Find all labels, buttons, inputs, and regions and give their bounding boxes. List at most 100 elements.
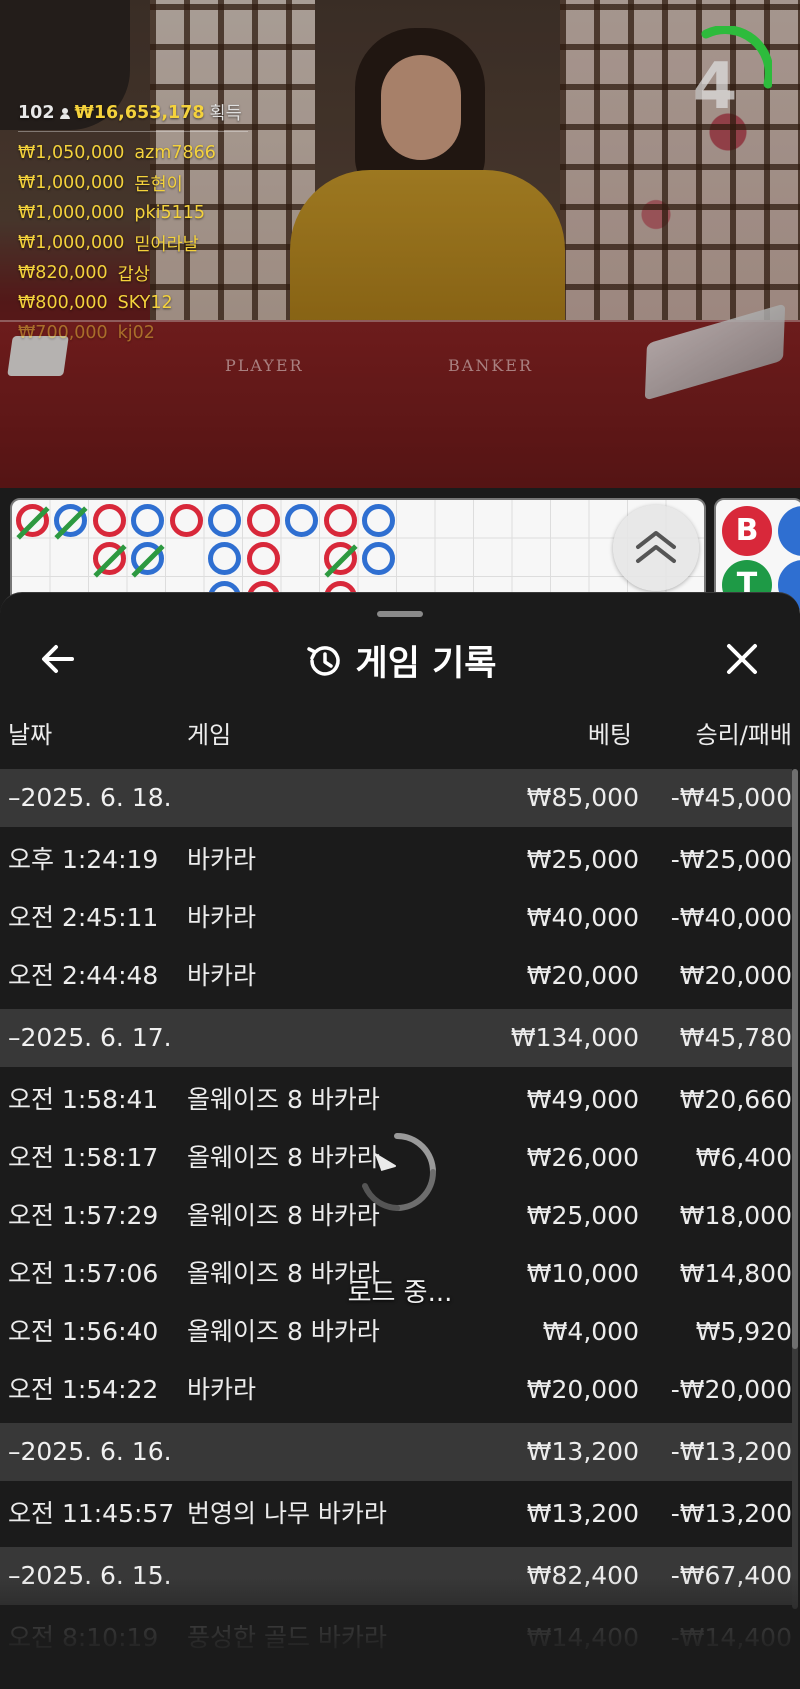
date-group-row[interactable]: –2025. 6. 18. ₩85,000 -₩45,000 xyxy=(0,769,792,827)
cell-game: 바카라 xyxy=(187,1375,257,1404)
cell-date: 오전 1:54:22 xyxy=(8,1375,159,1404)
cell-win-loss: ₩20,000 xyxy=(679,961,792,990)
cell-game: 번영의 나무 바카라 xyxy=(187,1499,387,1528)
bottom-fade xyxy=(0,1578,800,1689)
cell-date: –2025. 6. 17. xyxy=(8,1023,172,1052)
cell-bet: ₩25,000 xyxy=(526,845,639,874)
date-group-row[interactable]: –2025. 6. 17. ₩134,000 ₩45,780 xyxy=(0,1009,792,1067)
countdown-timer: 4 xyxy=(692,50,738,124)
history-row[interactable]: 오전 1:54:22 바카라 ₩20,000 -₩20,000 xyxy=(0,1361,792,1419)
cell-date: 오전 1:57:06 xyxy=(8,1259,159,1288)
winners-list: 102 ₩16,653,178 획득 ₩1,050,000 azm7866 ₩1,… xyxy=(18,100,248,348)
cell-win-loss: -₩40,000 xyxy=(670,903,792,932)
cell-date: 오전 1:58:41 xyxy=(8,1085,159,1114)
cell-game: 올웨이즈 8 바카라 xyxy=(187,1317,380,1346)
winner-row: ₩1,000,000 믿어라날 xyxy=(18,228,248,258)
cell-bet: ₩134,000 xyxy=(510,1023,639,1052)
cell-bet: ₩13,200 xyxy=(526,1437,639,1466)
cell-win-loss: -₩25,000 xyxy=(670,845,792,874)
sheet-drag-handle[interactable] xyxy=(377,611,423,617)
history-row[interactable]: 오후 1:24:19 바카라 ₩25,000 -₩25,000 xyxy=(0,831,792,889)
history-scrollbar[interactable] xyxy=(792,769,798,1609)
winner-name: 갑상 xyxy=(117,264,150,285)
road-mark-banker xyxy=(170,504,203,537)
history-clock-icon xyxy=(306,645,340,676)
cell-game: 올웨이즈 8 바카라 xyxy=(187,1143,380,1172)
cell-win-loss: ₩5,920 xyxy=(695,1317,792,1346)
winner-row: ₩1,000,000 pki5115 xyxy=(18,198,248,228)
loading-spinner-icon xyxy=(362,1133,436,1211)
winners-header: 102 ₩16,653,178 획득 xyxy=(18,100,248,132)
winner-row: ₩1,000,000 돈현이 xyxy=(18,168,248,198)
cell-bet: ₩26,000 xyxy=(526,1143,639,1172)
winner-amount: ₩1,000,000 xyxy=(18,203,125,223)
cell-game: 올웨이즈 8 바카라 xyxy=(187,1085,380,1114)
history-row[interactable]: 오전 2:45:11 바카라 ₩40,000 -₩40,000 xyxy=(0,889,792,947)
road-mark-player xyxy=(131,504,164,537)
cell-game: 바카라 xyxy=(187,961,257,990)
cell-win-loss: -₩13,200 xyxy=(670,1499,792,1528)
winner-amount: ₩1,000,000 xyxy=(18,173,125,193)
expand-roadmap-button[interactable] xyxy=(613,505,699,591)
winner-name: pki5115 xyxy=(134,203,206,223)
road-mark-player xyxy=(53,504,88,540)
winner-amount: ₩820,000 xyxy=(18,263,108,283)
cell-date: 오전 1:57:29 xyxy=(8,1201,159,1230)
cell-bet: ₩20,000 xyxy=(526,961,639,990)
cell-game: 바카라 xyxy=(187,903,257,932)
sheet-title: 게임 기록 xyxy=(355,644,497,684)
cell-date: 오전 2:44:48 xyxy=(8,961,159,990)
road-mark-player xyxy=(208,504,241,537)
cell-win-loss: ₩18,000 xyxy=(679,1201,792,1230)
close-button[interactable] xyxy=(720,637,764,681)
winner-amount: ₩1,050,000 xyxy=(18,143,125,163)
road-mark-player xyxy=(362,504,395,537)
winners-count: 102 xyxy=(18,102,55,123)
winner-name: 믿어라날 xyxy=(134,234,199,255)
winner-row: ₩820,000 갑상 xyxy=(18,258,248,288)
cell-win-loss: ₩6,400 xyxy=(695,1143,792,1172)
road-mark-banker xyxy=(93,504,126,537)
cell-bet: ₩4,000 xyxy=(542,1317,639,1346)
cell-bet: ₩25,000 xyxy=(526,1201,639,1230)
road-mark-banker xyxy=(323,542,358,578)
cell-win-loss: -₩45,000 xyxy=(670,783,792,812)
history-row[interactable]: 오전 2:44:48 바카라 ₩20,000 ₩20,000 xyxy=(0,947,792,1005)
winner-row: ₩800,000 SKY12 xyxy=(18,288,248,318)
cell-bet: ₩10,000 xyxy=(526,1259,639,1288)
history-row[interactable]: 오전 11:45:57 번영의 나무 바카라 ₩13,200 -₩13,200 xyxy=(0,1485,792,1543)
road-mark-banker xyxy=(15,504,50,540)
winner-name: kj02 xyxy=(117,323,155,343)
road-mark-banker xyxy=(92,542,127,578)
cell-bet: ₩13,200 xyxy=(526,1499,639,1528)
winner-row: ₩700,000 kj02 xyxy=(18,318,248,348)
cell-date: –2025. 6. 16. xyxy=(8,1437,172,1466)
scrollbar-thumb[interactable] xyxy=(792,769,798,1349)
winner-name: azm7866 xyxy=(134,143,216,163)
cell-win-loss: ₩14,800 xyxy=(679,1259,792,1288)
winner-row: ₩1,050,000 azm7866 xyxy=(18,138,248,168)
road-mark-banker xyxy=(324,504,357,537)
cell-win-loss: -₩20,000 xyxy=(670,1375,792,1404)
road-mark-banker xyxy=(247,542,280,575)
winner-name: SKY12 xyxy=(117,293,173,313)
cell-date: –2025. 6. 18. xyxy=(8,783,172,812)
history-row[interactable]: 오전 1:56:40 올웨이즈 8 바카라 ₩4,000 ₩5,920 xyxy=(0,1303,792,1361)
column-header-win-loss[interactable]: 승리/패배 xyxy=(0,715,792,749)
history-row[interactable]: 오전 1:58:41 올웨이즈 8 바카라 ₩49,000 ₩20,660 xyxy=(0,1071,792,1129)
winner-name: 돈현이 xyxy=(134,174,183,195)
winner-amount: ₩1,000,000 xyxy=(18,233,125,253)
winners-total: ₩16,653,178 xyxy=(74,102,205,123)
cell-bet: ₩40,000 xyxy=(526,903,639,932)
person-icon xyxy=(59,107,70,119)
cell-date: 오전 2:45:11 xyxy=(8,903,159,932)
cell-win-loss: -₩13,200 xyxy=(670,1437,792,1466)
cell-win-loss: ₩20,660 xyxy=(679,1085,792,1114)
winners-label: 획득 xyxy=(209,104,242,124)
history-table: –2025. 6. 18. ₩85,000 -₩45,000 오후 1:24:19 바카… xyxy=(0,769,792,1667)
winner-amount: ₩700,000 xyxy=(18,323,108,343)
cell-bet: ₩20,000 xyxy=(526,1375,639,1404)
sheet-title-bar: 게임 기록 xyxy=(0,635,800,686)
date-group-row[interactable]: –2025. 6. 16. ₩13,200 -₩13,200 xyxy=(0,1423,792,1481)
road-mark-player xyxy=(285,504,318,537)
